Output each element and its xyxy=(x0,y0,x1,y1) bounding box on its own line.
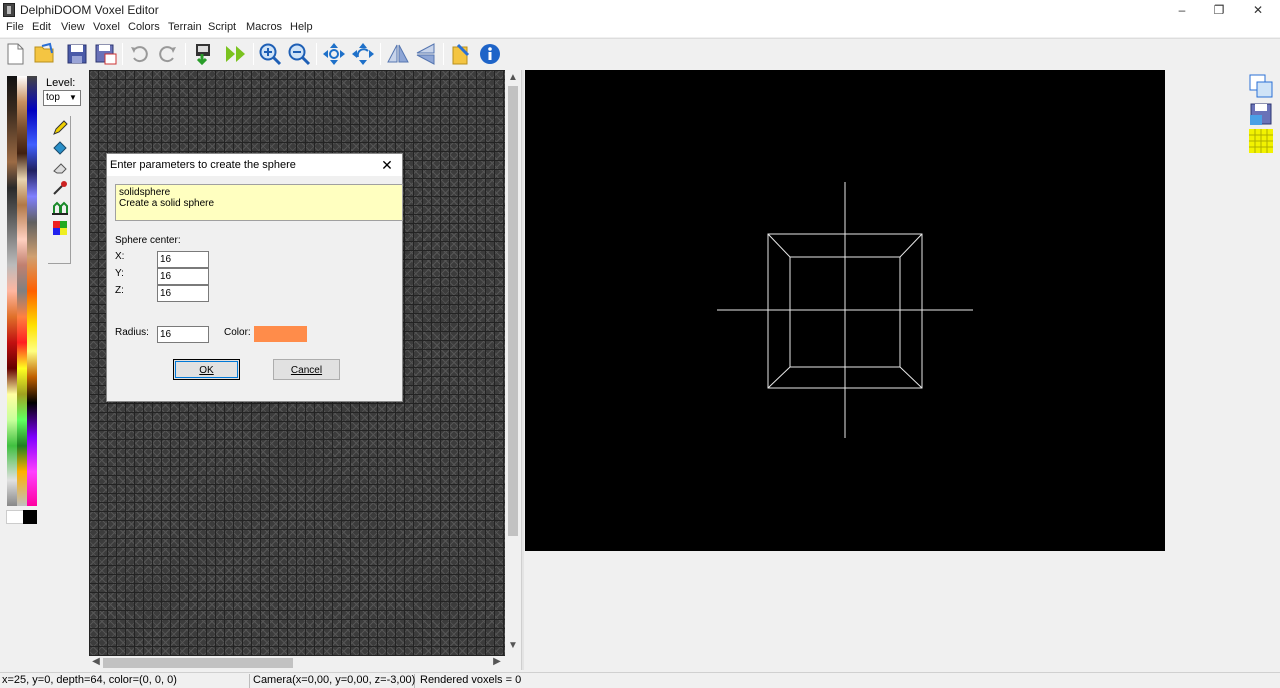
z-field[interactable] xyxy=(157,285,209,302)
chevron-down-icon[interactable]: ▼ xyxy=(67,92,79,104)
x-label: X: xyxy=(115,251,125,262)
z-label: Z: xyxy=(115,285,124,296)
status-bar: x=25, y=0, depth=64, color=(0, 0, 0) Cam… xyxy=(0,672,1280,688)
dialog-title-bar: Enter parameters to create the sphere ✕ xyxy=(107,154,402,176)
rotate-left-icon[interactable] xyxy=(322,42,346,66)
pencil-icon[interactable] xyxy=(51,119,69,137)
scroll-thumb[interactable] xyxy=(103,658,293,668)
y-field[interactable] xyxy=(157,268,209,285)
menu-help[interactable]: Help xyxy=(290,21,313,33)
menu-edit[interactable]: Edit xyxy=(32,21,51,33)
eraser-icon[interactable] xyxy=(51,159,69,177)
wireframe-cube xyxy=(717,182,973,438)
ok-button[interactable]: OK xyxy=(173,359,240,380)
status-camera: Camera(x=0,00, y=0,00, z=-3,00) xyxy=(253,674,416,688)
save-as-icon[interactable] xyxy=(94,42,118,66)
zoom-in-icon[interactable] xyxy=(258,42,282,66)
ok-label: OK xyxy=(199,365,214,376)
dialog-close-icon[interactable]: ✕ xyxy=(376,156,398,174)
foreground-color-swatch[interactable] xyxy=(6,510,24,524)
3d-preview-viewport[interactable] xyxy=(525,70,1165,551)
background-color-swatch[interactable] xyxy=(23,510,37,524)
fill-bucket-icon[interactable] xyxy=(51,139,69,157)
x-field[interactable] xyxy=(157,251,209,268)
rotate-right-icon[interactable] xyxy=(351,42,375,66)
mirror-vertical-icon[interactable] xyxy=(414,42,438,66)
grid-vertical-scrollbar[interactable]: ▲ ▼ xyxy=(505,70,521,656)
minimize-button[interactable]: – xyxy=(1164,0,1200,20)
menu-macros[interactable]: Macros xyxy=(246,21,282,33)
drawing-toolbox xyxy=(48,116,71,264)
title-bar: DelphiDOOM Voxel Editor – ❐ ✕ xyxy=(0,0,1280,20)
color-picker-icon[interactable] xyxy=(51,179,69,197)
cancel-label: Cancel xyxy=(290,365,323,376)
mirror-horizontal-icon[interactable] xyxy=(386,42,410,66)
edit-script-icon[interactable] xyxy=(449,42,473,66)
menu-script[interactable]: Script xyxy=(208,21,236,33)
save-image-icon[interactable] xyxy=(1248,101,1274,127)
open-file-icon[interactable] xyxy=(32,42,56,66)
level-select[interactable]: top ▼ xyxy=(43,90,81,106)
redo-icon[interactable] xyxy=(156,42,180,66)
run-icon[interactable] xyxy=(224,42,248,66)
new-file-icon[interactable] xyxy=(3,42,27,66)
menu-view[interactable]: View xyxy=(61,21,85,33)
radius-field[interactable] xyxy=(157,326,209,343)
scroll-up-icon[interactable]: ▲ xyxy=(507,72,519,83)
color-palette[interactable] xyxy=(7,76,37,506)
sphere-center-label: Sphere center: xyxy=(115,235,181,246)
scroll-down-icon[interactable]: ▼ xyxy=(507,640,519,651)
close-button[interactable]: ✕ xyxy=(1240,0,1276,20)
color-swatch-button[interactable] xyxy=(254,326,307,342)
grid-horizontal-scrollbar[interactable]: ◀ ▶ xyxy=(89,656,505,670)
status-rendered: Rendered voxels = 0 xyxy=(420,674,522,686)
scroll-left-icon[interactable]: ◀ xyxy=(90,656,102,667)
radius-label: Radius: xyxy=(115,327,149,338)
script-name: solidsphere xyxy=(119,187,171,198)
export-icon[interactable] xyxy=(190,42,214,66)
window-title: DelphiDOOM Voxel Editor xyxy=(20,3,159,17)
undo-icon[interactable] xyxy=(127,42,151,66)
scroll-thumb[interactable] xyxy=(508,86,518,536)
sphere-parameters-dialog: Enter parameters to create the sphere ✕ … xyxy=(106,153,403,402)
status-position: x=25, y=0, depth=64, color=(0, 0, 0) xyxy=(0,674,250,688)
cancel-button[interactable]: Cancel xyxy=(273,359,340,380)
dialog-title: Enter parameters to create the sphere xyxy=(110,159,296,171)
zoom-out-icon[interactable] xyxy=(287,42,311,66)
terrain-icon[interactable] xyxy=(51,199,69,217)
info-icon[interactable] xyxy=(478,42,502,66)
restore-button[interactable]: ❐ xyxy=(1201,0,1237,20)
level-label: Level: xyxy=(46,77,76,89)
color-label: Color: xyxy=(224,327,251,338)
level-value: top xyxy=(46,92,60,103)
grid-toggle-icon[interactable] xyxy=(1248,128,1274,154)
palette-grid-icon[interactable] xyxy=(51,219,69,237)
menu-file[interactable]: File xyxy=(6,21,24,33)
copy-view-icon[interactable] xyxy=(1248,73,1274,99)
menu-terrain[interactable]: Terrain xyxy=(168,21,202,33)
app-icon xyxy=(3,3,15,17)
y-label: Y: xyxy=(115,268,124,279)
script-description-box: solidsphere Create a solid sphere xyxy=(115,184,403,221)
save-icon[interactable] xyxy=(65,42,89,66)
main-toolbar xyxy=(0,38,1280,69)
scroll-right-icon[interactable]: ▶ xyxy=(491,656,503,667)
pane-splitter[interactable] xyxy=(521,70,524,670)
menu-colors[interactable]: Colors xyxy=(128,21,160,33)
menu-bar: File Edit View Voxel Colors Terrain Scri… xyxy=(0,20,1280,37)
menu-voxel[interactable]: Voxel xyxy=(93,21,120,33)
script-description: Create a solid sphere xyxy=(119,198,215,209)
